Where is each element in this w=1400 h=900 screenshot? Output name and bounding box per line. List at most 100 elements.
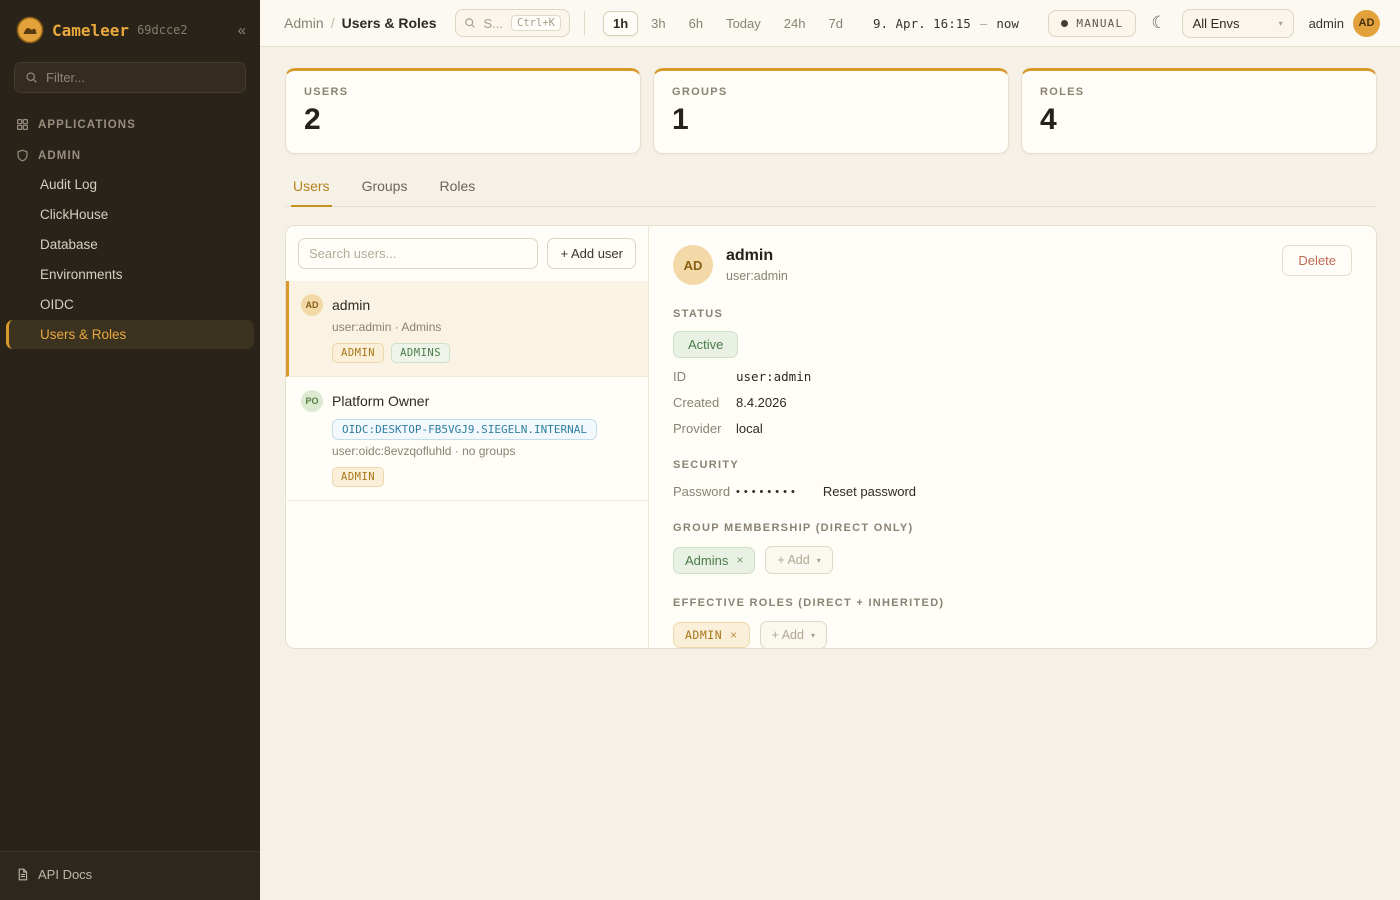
app-root: Cameleer 69dcce2 « APPLICATIONS ADMIN Au… [0,0,1400,900]
add-user-button[interactable]: + Add user [547,238,636,269]
stat-users-label: USERS [304,86,622,98]
user-search-input[interactable] [298,238,538,269]
sidebar-filter [14,62,246,93]
api-docs-link[interactable]: API Docs [0,851,260,900]
field-provider: Provider local [673,421,1352,436]
time-range-group: 1h 3h 6h Today 24h 7d [603,11,853,36]
api-docs-label: API Docs [38,867,92,882]
add-group-label: + Add [777,553,809,567]
range-3h[interactable]: 3h [641,11,675,36]
app-logo-title: Cameleer [52,21,129,40]
section-applications-label: APPLICATIONS [38,119,136,131]
refresh-mode-button[interactable]: MANUAL [1048,10,1136,37]
delete-user-button[interactable]: Delete [1282,245,1352,276]
breadcrumb-current: Users & Roles [342,15,437,31]
sidebar-item-database[interactable]: Database [0,230,260,259]
date-from[interactable]: 9. Apr. 16:15 [873,16,971,31]
sidebar-collapse-button[interactable]: « [238,22,246,39]
main-area: Admin / Users & Roles S... Ctrl+K 1h 3h … [260,0,1400,900]
role-chip-admin: ADMIN × [673,622,750,648]
password-row: Password •••••••• Reset password [673,484,1352,499]
range-1h[interactable]: 1h [603,11,638,36]
roles-section-header: EFFECTIVE ROLES (DIRECT + INHERITED) [673,597,1352,609]
sidebar-header: Cameleer 69dcce2 « [0,0,260,56]
breadcrumb-admin[interactable]: Admin [284,15,324,31]
status-section-header: STATUS [673,308,1352,320]
theme-toggle-button[interactable]: ☾ [1147,11,1170,35]
sidebar-item-users-roles[interactable]: Users & Roles [6,320,254,349]
field-id-value: user:admin [736,369,811,384]
add-group-button[interactable]: + Add ▾ [765,546,832,574]
groups-section-header: GROUP MEMBERSHIP (DIRECT ONLY) [673,522,1352,534]
stat-groups-label: GROUPS [672,86,990,98]
field-created-value: 8.4.2026 [736,395,787,410]
user-list-column: + Add user AD admin user:admin · Admins … [286,226,649,648]
sidebar-item-clickhouse[interactable]: ClickHouse [0,200,260,229]
stat-groups-value: 1 [672,103,990,137]
chevron-down-icon: ▾ [1279,19,1283,28]
environment-select[interactable]: All Envs ▾ [1182,9,1294,38]
tab-users[interactable]: Users [291,178,332,207]
role-chip-label: ADMIN [685,628,722,642]
range-7d[interactable]: 7d [818,11,852,36]
field-created: Created 8.4.2026 [673,395,1352,410]
add-role-label: + Add [772,628,804,642]
tab-groups[interactable]: Groups [360,178,410,207]
global-search-button[interactable]: S... Ctrl+K [455,9,570,37]
field-id: ID user:admin [673,369,1352,384]
breadcrumb-separator: / [331,15,335,31]
current-username: admin [1309,16,1344,31]
remove-role-icon[interactable]: × [730,628,738,642]
chevron-down-icon: ▾ [811,631,815,640]
cameleer-logo-icon [16,16,44,44]
sidebar-item-audit-log[interactable]: Audit Log [0,170,260,199]
section-admin-label: ADMIN [38,150,81,162]
status-badge: Active [673,331,738,358]
topbar-divider [584,11,585,35]
detail-user-name: admin [726,247,788,265]
range-6h[interactable]: 6h [679,11,713,36]
stat-card-roles: ROLES 4 [1021,68,1377,154]
field-created-label: Created [673,395,736,410]
document-icon [16,868,29,881]
shield-icon [16,149,29,162]
date-to[interactable]: now [996,16,1019,31]
add-role-button[interactable]: + Add ▾ [760,621,827,649]
environment-select-value: All Envs [1193,16,1240,31]
reset-password-link[interactable]: Reset password [823,484,916,499]
search-icon [25,71,38,84]
user-avatar[interactable]: AD [1353,10,1380,37]
breadcrumb: Admin / Users & Roles [284,15,437,31]
user-list-item-platform-owner[interactable]: PO Platform Owner OIDC:DESKTOP-FB5VGJ9.S… [286,377,648,501]
user-detail-header: AD admin user:admin Delete [673,245,1352,285]
user-meta: user:admin · Admins [332,320,634,334]
status-dot-icon [1061,20,1068,27]
topbar-right-group: MANUAL ☾ All Envs ▾ admin AD [1048,9,1380,38]
tab-roles[interactable]: Roles [437,178,477,207]
range-today[interactable]: Today [716,11,771,36]
date-range-display: 9. Apr. 16:15 — now [873,16,1019,31]
user-badges: ADMIN [332,467,634,487]
field-provider-value: local [736,421,763,436]
user-badges: ADMIN ADMINS [332,343,634,363]
user-list-item-admin[interactable]: AD admin user:admin · Admins ADMIN ADMIN… [286,281,648,377]
date-range-separator: — [980,16,988,31]
avatar: AD [673,245,713,285]
user-list-toolbar: + Add user [286,226,648,281]
field-id-label: ID [673,369,736,384]
sidebar-filter-input[interactable] [46,70,235,85]
stat-card-users: USERS 2 [285,68,641,154]
page-content: USERS 2 GROUPS 1 ROLES 4 Users Groups Ro… [260,47,1400,900]
group-chip-label: Admins [685,553,728,568]
search-icon [464,17,476,29]
password-label: Password [673,484,736,499]
tab-bar: Users Groups Roles [285,178,1377,207]
sidebar-item-environments[interactable]: Environments [0,260,260,289]
range-24h[interactable]: 24h [774,11,816,36]
topbar: Admin / Users & Roles S... Ctrl+K 1h 3h … [260,0,1400,47]
user-meta: user:oidc:8evzqofluhld · no groups [332,444,634,458]
remove-group-icon[interactable]: × [736,553,743,567]
field-provider-label: Provider [673,421,736,436]
sidebar-item-oidc[interactable]: OIDC [0,290,260,319]
group-membership-row: Admins × + Add ▾ [673,546,1352,574]
